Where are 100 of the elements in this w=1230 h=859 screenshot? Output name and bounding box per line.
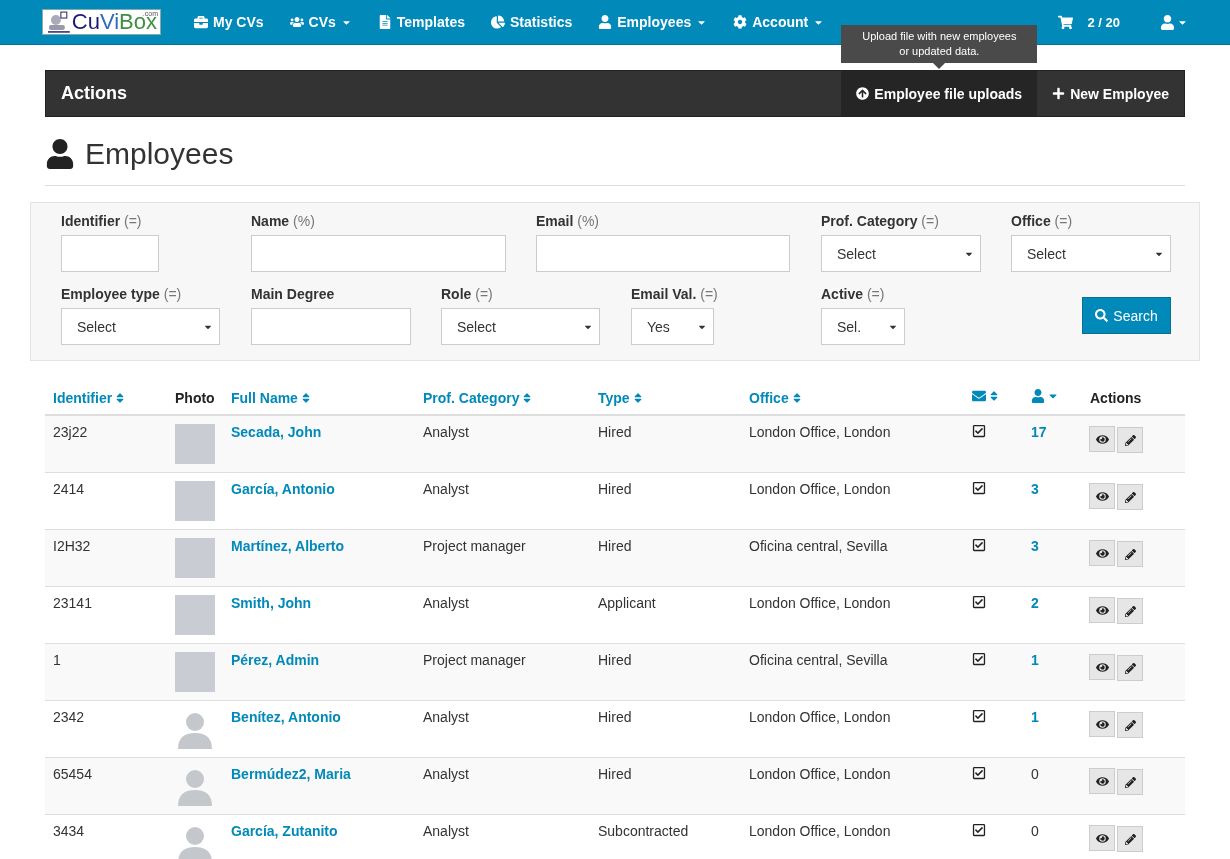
employee-name-link[interactable]: Secada, John bbox=[231, 424, 322, 440]
input-field[interactable] bbox=[61, 235, 159, 272]
pencil-icon bbox=[1124, 833, 1136, 845]
action-button[interactable]: Employee file uploads bbox=[841, 71, 1038, 116]
view-button[interactable] bbox=[1089, 768, 1115, 794]
table-cell: London Office, London bbox=[749, 709, 891, 725]
count-link[interactable]: 1 bbox=[1031, 709, 1039, 725]
edit-button[interactable] bbox=[1117, 826, 1143, 852]
sort-header[interactable]: Prof. Category bbox=[423, 389, 534, 406]
select-dropdown[interactable]: Select bbox=[1011, 235, 1171, 272]
view-button[interactable] bbox=[1089, 483, 1115, 509]
employee-name-link[interactable]: Pérez, Admin bbox=[231, 652, 320, 668]
count-link[interactable]: 1 bbox=[1031, 652, 1039, 668]
employee-name-link[interactable]: Smith, John bbox=[231, 595, 312, 611]
sort-header[interactable]: Office bbox=[749, 389, 803, 406]
input-field[interactable] bbox=[536, 235, 790, 272]
input-field[interactable] bbox=[251, 235, 506, 272]
count-link[interactable]: 3 bbox=[1031, 481, 1039, 497]
table-cell: Subcontracted bbox=[598, 823, 689, 839]
column-header: Photo bbox=[175, 389, 215, 406]
table-cell: Oficina central, Sevilla bbox=[749, 652, 888, 668]
view-button[interactable] bbox=[1089, 654, 1115, 680]
user-icon bbox=[1031, 389, 1045, 403]
count-link[interactable]: 0 bbox=[1031, 823, 1039, 839]
view-button[interactable] bbox=[1089, 426, 1115, 452]
sort-header[interactable] bbox=[972, 389, 1000, 403]
filter-label: Employee type (=) bbox=[61, 286, 183, 302]
edit-button[interactable] bbox=[1117, 427, 1143, 453]
table-cell: Applicant bbox=[598, 595, 656, 611]
nav-item[interactable]: Employees bbox=[585, 0, 721, 44]
edit-button[interactable] bbox=[1117, 484, 1143, 510]
envelope-icon bbox=[972, 389, 986, 403]
eye-icon bbox=[1095, 831, 1109, 845]
nav-item[interactable]: Account bbox=[720, 0, 838, 44]
view-button[interactable] bbox=[1089, 825, 1115, 851]
nav-item[interactable]: Statistics bbox=[478, 0, 586, 44]
table-cell: Hired bbox=[598, 766, 632, 782]
nav-item[interactable]: Templates bbox=[364, 0, 479, 44]
cart-link[interactable]: 2 / 20 bbox=[1058, 14, 1120, 30]
filter-label: Prof. Category (=) bbox=[821, 213, 940, 229]
select-dropdown[interactable]: Select bbox=[61, 308, 220, 345]
user-icon bbox=[598, 15, 613, 29]
edit-button[interactable] bbox=[1117, 769, 1143, 795]
tooltip: Upload file with new employees or updated data. bbox=[841, 25, 1038, 63]
table-cell: Hired bbox=[598, 709, 632, 725]
select-dropdown[interactable]: Sel. bbox=[821, 308, 905, 345]
filter-label: Email (%) bbox=[536, 213, 601, 229]
edit-button[interactable] bbox=[1117, 541, 1143, 567]
search-button[interactable]: Search bbox=[1082, 297, 1171, 334]
select-dropdown[interactable]: Select bbox=[821, 235, 981, 272]
filter-label: Identifier (=) bbox=[61, 213, 143, 229]
view-button[interactable] bbox=[1089, 540, 1115, 566]
edit-button[interactable] bbox=[1117, 598, 1143, 624]
sort-header[interactable]: Identifier bbox=[53, 389, 127, 406]
sort-header[interactable]: Type bbox=[598, 389, 644, 406]
user-icon bbox=[1160, 14, 1175, 30]
sort-header[interactable]: Full Name bbox=[231, 389, 312, 406]
user-menu[interactable] bbox=[1160, 14, 1188, 30]
column-header: Actions bbox=[1090, 389, 1142, 406]
edit-button[interactable] bbox=[1117, 712, 1143, 738]
count-link[interactable]: 3 bbox=[1031, 538, 1039, 554]
view-button[interactable] bbox=[1089, 597, 1115, 623]
upload-icon bbox=[856, 87, 870, 100]
nav-item[interactable]: My CVs bbox=[181, 0, 277, 44]
eye-icon bbox=[1095, 489, 1109, 503]
table-cell: London Office, London bbox=[749, 766, 891, 782]
count-link[interactable]: 2 bbox=[1031, 595, 1039, 611]
table-cell: Hired bbox=[598, 424, 632, 440]
briefcase-icon bbox=[194, 15, 208, 29]
select-dropdown[interactable]: Yes bbox=[631, 308, 714, 345]
employee-name-link[interactable]: García, Antonio bbox=[231, 481, 335, 497]
dropdown-header[interactable] bbox=[1031, 389, 1059, 403]
table-cell: Analyst bbox=[423, 595, 469, 611]
employee-name-link[interactable]: Benítez, Antonio bbox=[231, 709, 341, 725]
view-button[interactable] bbox=[1089, 711, 1115, 737]
filter-label: Name (%) bbox=[251, 213, 316, 229]
filter-label: Main Degree bbox=[251, 286, 336, 302]
count-link[interactable]: 0 bbox=[1031, 766, 1039, 782]
table-cell: Hired bbox=[598, 481, 632, 497]
eye-icon bbox=[1095, 432, 1109, 446]
nav-item[interactable]: CVs bbox=[276, 0, 365, 44]
select-dropdown[interactable]: Select bbox=[441, 308, 600, 345]
table-cell: London Office, London bbox=[749, 823, 891, 839]
table-cell: 2342 bbox=[53, 709, 85, 725]
table-cell: London Office, London bbox=[749, 595, 891, 611]
table-cell: Analyst bbox=[423, 709, 469, 725]
filter-label: Office (=) bbox=[1011, 213, 1074, 229]
table-cell: I2H32 bbox=[53, 538, 91, 554]
edit-button[interactable] bbox=[1117, 655, 1143, 681]
employee-name-link[interactable]: García, Zutanito bbox=[231, 823, 338, 839]
action-button[interactable]: New Employee bbox=[1037, 71, 1184, 116]
table-cell: Project manager bbox=[423, 652, 526, 668]
photo-placeholder bbox=[175, 424, 215, 464]
eye-icon bbox=[1095, 546, 1109, 560]
employee-name-link[interactable]: Martínez, Alberto bbox=[231, 538, 345, 554]
pencil-icon bbox=[1124, 491, 1136, 503]
employee-name-link[interactable]: Bermúdez2, Maria bbox=[231, 766, 351, 782]
input-field[interactable] bbox=[251, 308, 411, 345]
count-link[interactable]: 17 bbox=[1031, 424, 1047, 440]
table-cell: Hired bbox=[598, 652, 632, 668]
